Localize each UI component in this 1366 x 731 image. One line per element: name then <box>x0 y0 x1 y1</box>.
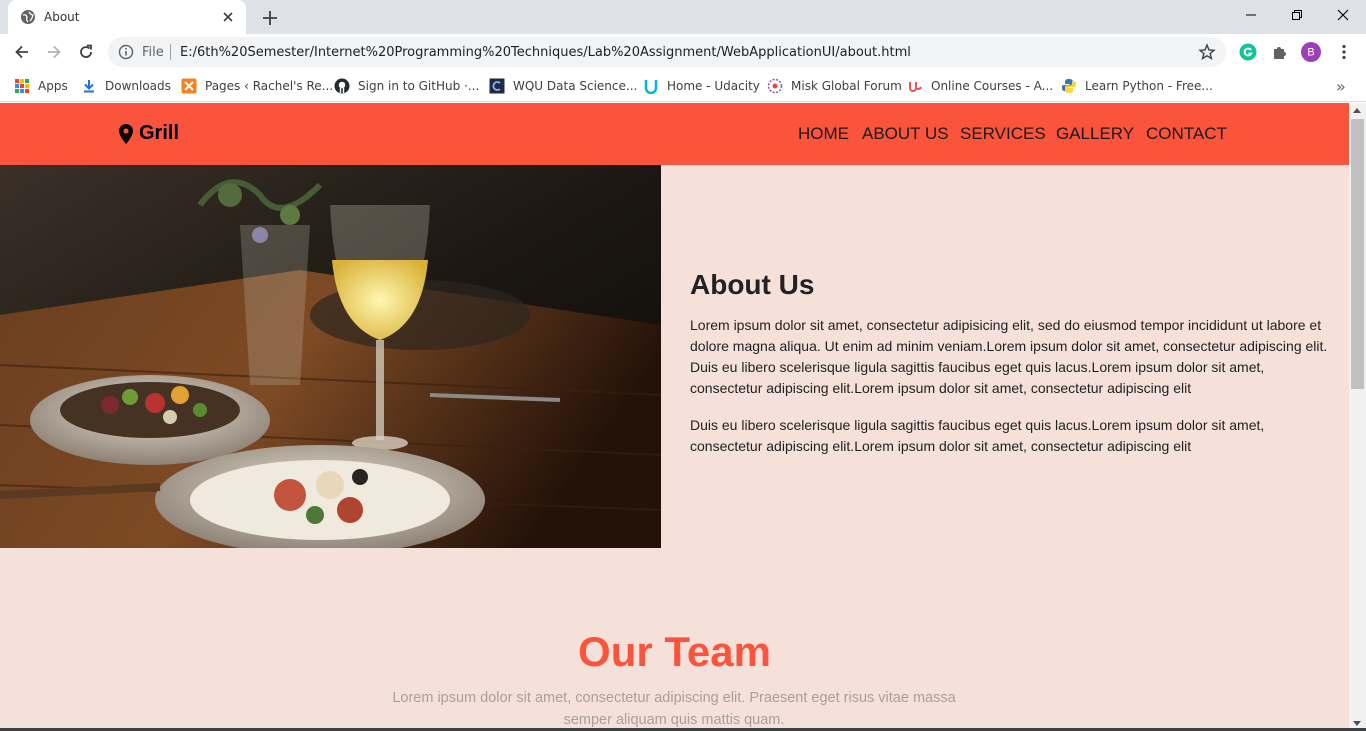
nav-about-us[interactable]: ABOUT US <box>862 124 949 144</box>
bookmark-label: Online Courses - A... <box>931 79 1054 93</box>
bookmark-label: Home - Udacity <box>667 79 760 93</box>
pages-icon <box>181 78 197 94</box>
url-scheme: File <box>142 45 164 60</box>
grammarly-extension[interactable] <box>1238 42 1258 62</box>
extensions-button[interactable] <box>1270 42 1290 62</box>
nav-home[interactable]: HOME <box>798 124 849 144</box>
globe-icon <box>21 10 35 24</box>
browser-tab-about[interactable]: About <box>8 0 246 34</box>
bookmark-python[interactable]: Learn Python - Free... <box>1061 77 1213 95</box>
nav-contact[interactable]: CONTACT <box>1146 124 1227 144</box>
bookmark-downloads[interactable]: Downloads <box>81 77 171 95</box>
restore-icon <box>1292 10 1302 20</box>
scroll-down-icon[interactable] <box>1353 721 1361 726</box>
github-icon <box>334 78 350 94</box>
tab-strip: About <box>0 0 1366 34</box>
close-tab-icon[interactable] <box>220 9 236 25</box>
about-paragraph: Lorem ipsum dolor sit amet, consectetur … <box>690 317 1328 396</box>
new-tab-icon[interactable] <box>259 7 281 29</box>
address-bar[interactable]: File E:/6th%20Semester/Internet%20Progra… <box>108 37 1226 67</box>
back-button[interactable] <box>10 40 34 64</box>
puzzle-icon <box>1274 47 1286 59</box>
bookmark-label: WQU Data Science... <box>513 79 638 93</box>
wqu-icon <box>489 78 505 94</box>
nav-gallery[interactable]: GALLERY <box>1056 124 1134 144</box>
bookmark-udacity[interactable]: Home - Udacity <box>643 77 760 95</box>
forward-button[interactable] <box>42 40 66 64</box>
bookmark-apps[interactable]: Apps <box>14 77 68 95</box>
arrow-left-icon <box>15 45 28 59</box>
map-pin-icon <box>119 123 133 144</box>
svg-text:B: B <box>1307 47 1314 59</box>
apps-grid-icon <box>14 78 30 94</box>
arrow-right-icon <box>48 45 61 59</box>
about-section: About Us Lorem ipsum dolor sit amet, con… <box>690 269 1330 473</box>
bookmark-star-icon[interactable] <box>1198 43 1216 61</box>
bookmarks-bar: Apps Downloads Pages ‹ Rachel's Re... Si… <box>0 70 1366 102</box>
bookmark-github[interactable]: Sign in to GitHub ·... <box>334 77 479 95</box>
reload-icon <box>80 44 92 58</box>
bookmark-label: Sign in to GitHub ·... <box>358 79 480 93</box>
bookmark-label: Downloads <box>105 79 171 93</box>
about-heading: About Us <box>690 269 815 300</box>
grammarly-icon <box>1239 43 1257 61</box>
info-icon[interactable] <box>118 44 134 60</box>
browser-toolbar: File E:/6th%20Semester/Internet%20Progra… <box>0 34 1366 70</box>
python-icon <box>1061 78 1077 94</box>
scrollbar-thumb[interactable] <box>1351 119 1364 389</box>
minimize-icon <box>1246 14 1256 16</box>
reload-button[interactable] <box>74 40 98 64</box>
brand-name: Grill <box>139 122 180 144</box>
udacity-icon <box>643 78 659 94</box>
about-hero-image <box>0 165 661 548</box>
udemy-icon <box>907 78 923 94</box>
download-icon <box>81 78 97 94</box>
site-navbar: Grill HOME ABOUT US SERVICES GALLERY CON… <box>0 103 1349 165</box>
avatar: B <box>1301 42 1321 62</box>
bookmark-label: Misk Global Forum <box>791 79 902 93</box>
bookmark-wqu[interactable]: WQU Data Science... <box>489 77 637 95</box>
bookmark-misk[interactable]: Misk Global Forum <box>767 77 902 95</box>
page-scrollbar[interactable] <box>1349 103 1366 731</box>
bookmark-pages[interactable]: Pages ‹ Rachel's Re... <box>181 77 333 95</box>
scroll-up-icon[interactable] <box>1353 108 1361 113</box>
url-divider <box>170 44 171 60</box>
close-icon <box>1337 9 1349 21</box>
about-paragraph: Duis eu libero scelerisque ligula sagitt… <box>690 417 1265 454</box>
profile-avatar[interactable]: B <box>1301 42 1321 62</box>
url-text[interactable]: E:/6th%20Semester/Internet%20Programming… <box>180 45 911 60</box>
nav-services[interactable]: SERVICES <box>960 124 1046 144</box>
team-heading: Our Team <box>578 628 771 675</box>
site-brand[interactable]: Grill <box>119 122 179 145</box>
team-subtitle: Lorem ipsum dolor sit amet, consectetur … <box>392 690 956 728</box>
close-window-button[interactable] <box>1320 0 1366 30</box>
more-bookmarks-button[interactable]: » <box>1336 77 1346 96</box>
tab-title: About <box>44 10 80 24</box>
page-viewport: Grill HOME ABOUT US SERVICES GALLERY CON… <box>0 103 1349 731</box>
bookmark-label: Pages ‹ Rachel's Re... <box>205 79 334 93</box>
minimize-button[interactable] <box>1228 0 1274 30</box>
bookmark-label: Learn Python - Free... <box>1085 79 1213 93</box>
misk-icon <box>767 78 783 94</box>
bookmark-label: Apps <box>38 79 68 93</box>
browser-menu-button[interactable] <box>1334 42 1354 62</box>
restore-button[interactable] <box>1274 0 1320 30</box>
bookmark-udemy[interactable]: Online Courses - A... <box>907 77 1053 95</box>
kebab-menu-icon <box>1342 44 1346 60</box>
